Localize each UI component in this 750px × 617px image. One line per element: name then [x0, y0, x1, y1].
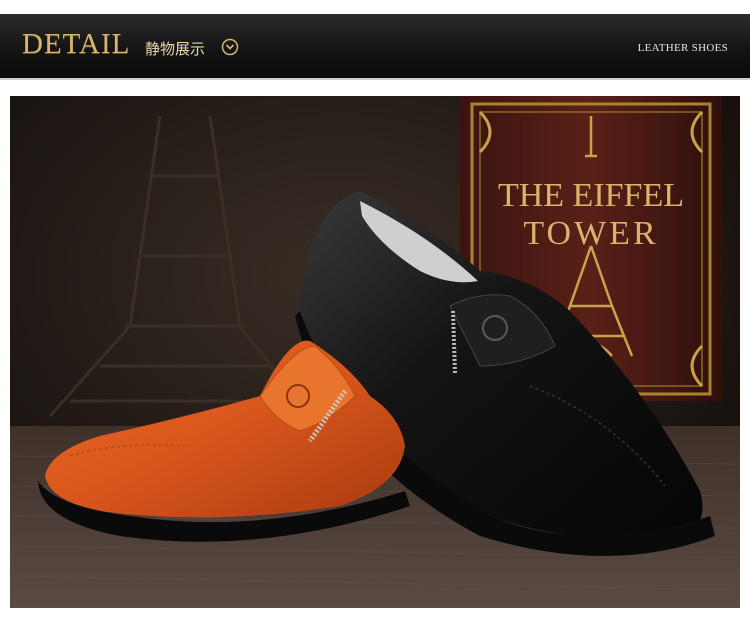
detail-title: DETAIL	[22, 28, 131, 60]
chevron-down-icon[interactable]	[221, 38, 239, 56]
product-photo: THE EIFFEL TOWER	[10, 96, 740, 608]
detail-subtitle: 静物展示	[145, 40, 206, 58]
book-title-line1: THE EIFFEL	[498, 177, 684, 214]
detail-header-bar: DETAIL 静物展示 LEATHER SHOES	[0, 14, 750, 80]
category-label: LEATHER SHOES	[637, 42, 728, 54]
